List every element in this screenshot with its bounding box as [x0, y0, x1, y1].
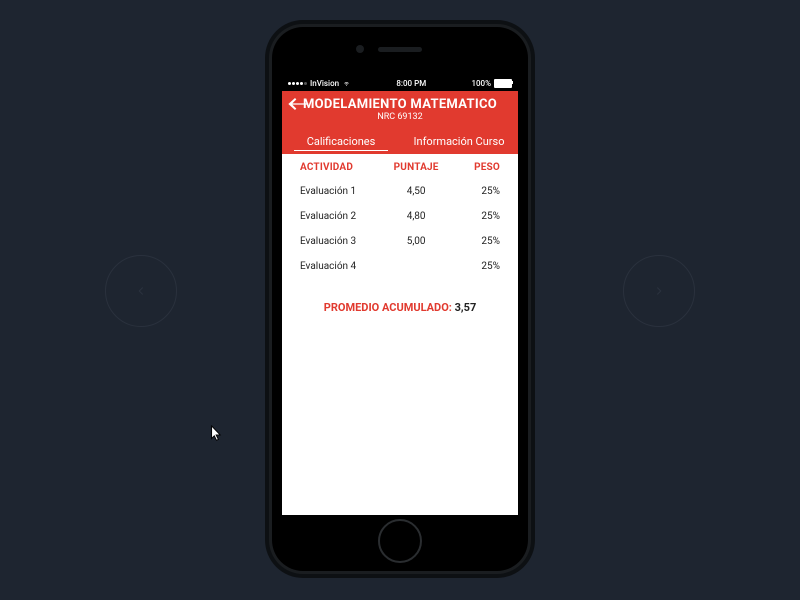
cell-weight: 25%: [448, 211, 500, 222]
phone-speaker: [378, 47, 422, 52]
table-row: Evaluación 3 5,00 25%: [300, 229, 500, 254]
carrier-label: InVision: [310, 79, 339, 88]
battery-pct: 100%: [471, 79, 491, 88]
average-label: PROMEDIO ACUMULADO:: [324, 301, 452, 314]
wifi-icon: [342, 80, 351, 87]
chevron-right-icon: [652, 284, 666, 298]
prev-slide-button[interactable]: [105, 255, 177, 327]
grades-content: ACTIVIDAD PUNTAJE PESO Evaluación 1 4,50…: [282, 154, 518, 314]
table-header: ACTIVIDAD PUNTAJE PESO: [300, 162, 500, 173]
back-button[interactable]: [288, 96, 310, 116]
phone-device-frame: InVision 8:00 PM 100% MODELAM: [265, 20, 535, 578]
cell-score: [384, 261, 449, 272]
page-title: MODELAMIENTO MATEMATICO: [282, 91, 518, 112]
average-row: PROMEDIO ACUMULADO: 3,57: [300, 301, 500, 314]
presentation-frame: InVision 8:00 PM 100% MODELAM: [0, 0, 800, 600]
cell-activity: Evaluación 4: [300, 261, 384, 272]
average-value: 3,57: [455, 301, 477, 314]
tab-bar: Calificaciones Información Curso: [282, 130, 518, 154]
table-row: Evaluación 2 4,80 25%: [300, 204, 500, 229]
cell-activity: Evaluación 2: [300, 211, 384, 222]
table-row: Evaluación 4 25%: [300, 254, 500, 279]
back-arrow-icon: [288, 96, 310, 112]
cell-weight: 25%: [448, 261, 500, 272]
cell-weight: 25%: [448, 186, 500, 197]
battery-icon: [494, 79, 512, 88]
signal-dots-icon: [288, 82, 307, 85]
table-row: Evaluación 1 4,50 25%: [300, 179, 500, 204]
col-activity-header: ACTIVIDAD: [300, 162, 384, 173]
phone-camera: [356, 45, 364, 53]
cell-activity: Evaluación 1: [300, 186, 384, 197]
cell-score: 5,00: [384, 236, 449, 247]
next-slide-button[interactable]: [623, 255, 695, 327]
cell-activity: Evaluación 3: [300, 236, 384, 247]
cell-weight: 25%: [448, 236, 500, 247]
tab-grades[interactable]: Calificaciones: [282, 130, 400, 154]
page-subtitle: NRC 69132: [282, 112, 518, 130]
cell-score: 4,50: [384, 186, 449, 197]
col-score-header: PUNTAJE: [384, 162, 449, 173]
phone-screen: InVision 8:00 PM 100% MODELAM: [282, 75, 518, 515]
cell-score: 4,80: [384, 211, 449, 222]
mouse-cursor-icon: [210, 425, 224, 447]
col-weight-header: PESO: [448, 162, 500, 173]
home-button[interactable]: [378, 519, 422, 563]
tab-course-info[interactable]: Información Curso: [400, 130, 518, 154]
chevron-left-icon: [134, 284, 148, 298]
status-bar: InVision 8:00 PM 100%: [282, 75, 518, 91]
clock: 8:00 PM: [396, 79, 426, 88]
app-header: MODELAMIENTO MATEMATICO NRC 69132 Califi…: [282, 91, 518, 154]
